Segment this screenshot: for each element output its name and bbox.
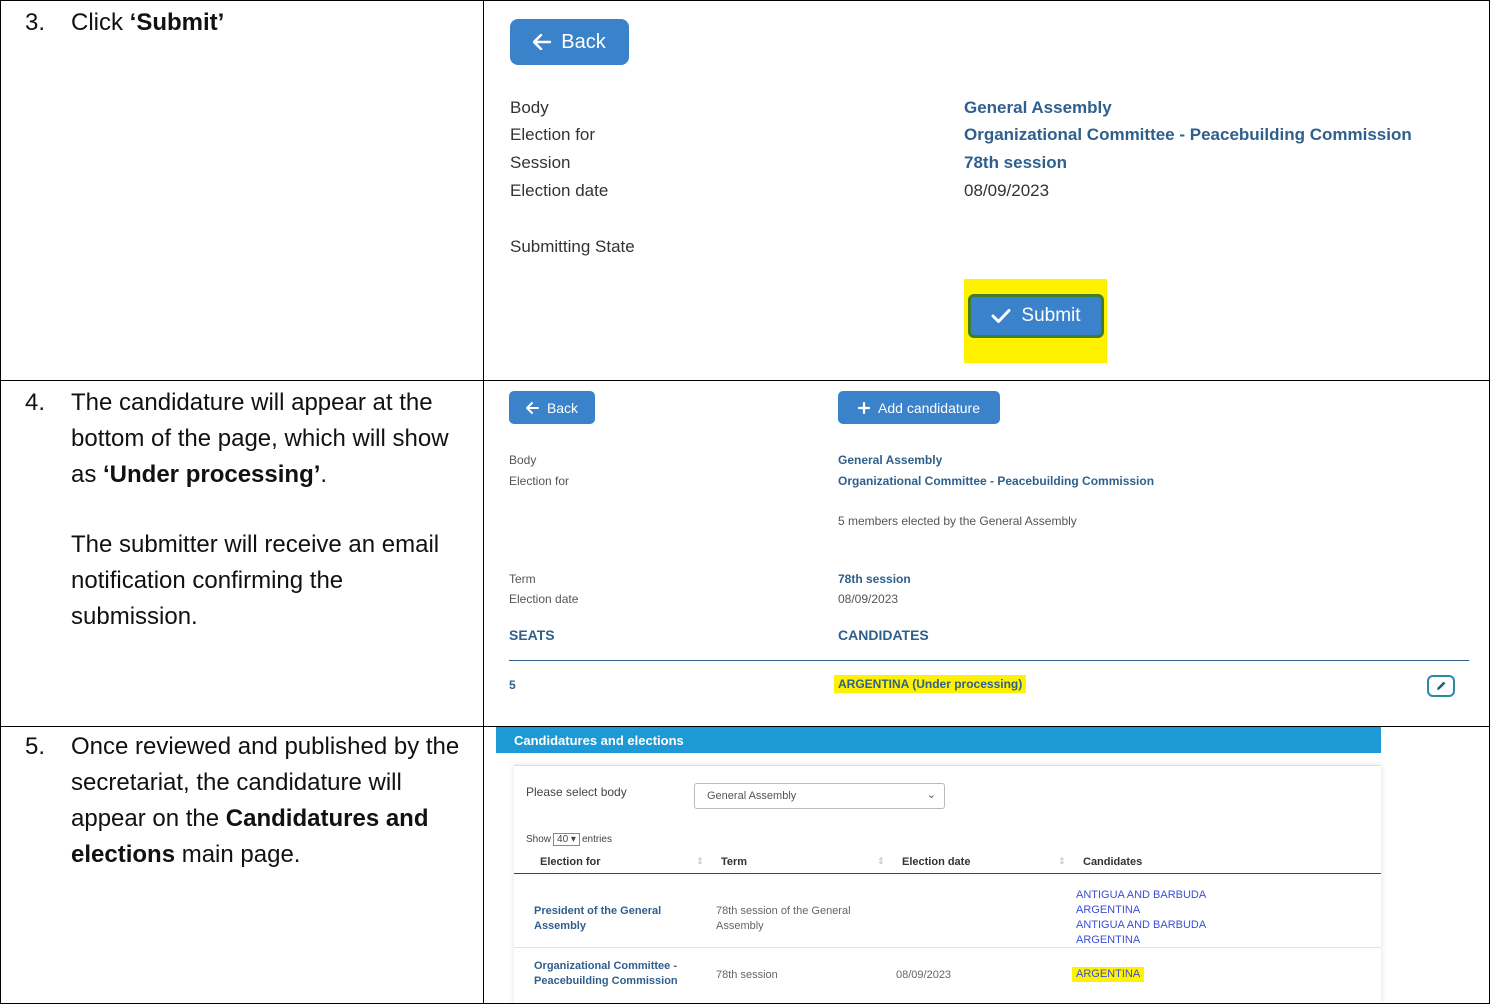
- step-number: 4.: [25, 389, 46, 416]
- table-cell-election-for[interactable]: President of the General Assembly: [534, 904, 661, 934]
- cell-line: Organizational Committee -: [534, 960, 678, 972]
- step-text: .: [320, 461, 328, 488]
- plus-icon: [858, 401, 871, 414]
- field-value-election-date: 08/09/2023: [964, 181, 1050, 200]
- field-value-body: General Assembly: [964, 98, 1112, 117]
- sort-icon[interactable]: ⇕: [877, 856, 885, 867]
- body-select[interactable]: General Assembly ⌄: [694, 783, 945, 809]
- back-button[interactable]: Back: [510, 19, 629, 65]
- candidates-header: CANDIDATES: [838, 627, 929, 643]
- screenshot-cell-submit: Back Body Election for Session Election …: [483, 0, 1490, 381]
- row-divider: [514, 947, 1381, 948]
- submit-button[interactable]: Submit: [968, 294, 1104, 338]
- body-select-value: General Assembly: [707, 790, 797, 802]
- field-label-submitting-state: Submitting State: [510, 237, 635, 256]
- field-value-body: General Assembly: [838, 453, 943, 467]
- step-text-cell: 3. Click ‘Submit’: [0, 0, 484, 381]
- step-text: main page.: [175, 841, 301, 868]
- field-label-election-for: Election for: [509, 474, 570, 488]
- candidate-link[interactable]: ARGENTINA: [1076, 903, 1206, 918]
- step-text-cell: 4. The candidature will appear at the bo…: [0, 380, 484, 727]
- header-divider: [514, 873, 1381, 874]
- field-label-election-for: Election for: [510, 125, 596, 144]
- entries-select[interactable]: 40 ▾: [553, 833, 580, 846]
- field-value-session: 78th session: [964, 153, 1067, 172]
- cell-line: 78th session of the General: [716, 905, 851, 917]
- cell-line: 78th session: [716, 969, 778, 981]
- field-label-election-date: Election date: [510, 181, 609, 200]
- column-header-candidates[interactable]: Candidates: [1083, 856, 1142, 868]
- column-header-election-date[interactable]: Election date: [902, 856, 970, 868]
- check-icon: [991, 309, 1011, 323]
- field-label-election-date: Election date: [509, 592, 579, 606]
- entries-label: entries: [581, 834, 612, 845]
- sort-icon[interactable]: ⇕: [1058, 856, 1066, 867]
- show-label: Show: [526, 834, 552, 845]
- field-label-session: Session: [510, 153, 571, 172]
- step-row-3: 3. Click ‘Submit’ Back Body Election for…: [0, 0, 1490, 381]
- candidate-link[interactable]: ANTIGUA AND BARBUDA: [1076, 918, 1206, 933]
- seats-value: 5: [509, 678, 516, 692]
- step-text-cell: 5. Once reviewed and published by the se…: [0, 726, 484, 1004]
- table-cell-candidates[interactable]: ANTIGUA AND BARBUDA ARGENTINA ANTIGUA AN…: [1076, 888, 1206, 948]
- field-label-term: Term: [509, 572, 536, 586]
- column-header-election-for[interactable]: Election for: [540, 856, 601, 868]
- arrow-left-icon: [533, 34, 552, 50]
- table-cell-candidates[interactable]: ARGENTINA: [1072, 967, 1145, 982]
- field-value-election-for: Organizational Committee - Peacebuilding…: [838, 474, 1155, 488]
- sort-icon[interactable]: ⇕: [696, 856, 704, 867]
- step-text-bold: ‘Submit’: [129, 9, 225, 36]
- entries-control: Show 40 ▾ entries: [526, 833, 612, 846]
- step-text-bold: ‘Under processing’: [103, 461, 321, 488]
- divider: [509, 660, 1469, 661]
- field-label-body: Body: [509, 453, 537, 467]
- column-header-term[interactable]: Term: [721, 856, 747, 868]
- arrow-left-icon: [525, 401, 539, 414]
- instruction-table: 3. Click ‘Submit’ Back Body Election for…: [0, 0, 1490, 1004]
- candidate-link[interactable]: ARGENTINA: [1072, 967, 1145, 982]
- screenshot-cell-main-page: Candidatures and elections Please select…: [483, 726, 1490, 1004]
- chevron-down-icon: ⌄: [926, 789, 936, 801]
- step-text: The submitter will receive an email noti…: [71, 531, 440, 630]
- table-cell-term: 78th session of the General Assembly: [716, 904, 851, 934]
- edit-button[interactable]: [1427, 675, 1455, 697]
- field-value-election-for: Organizational Committee - Peacebuilding…: [964, 125, 1412, 144]
- back-button-label: Back: [561, 30, 606, 53]
- table-cell-term: 78th session: [716, 968, 778, 983]
- section-header: Candidatures and elections: [496, 727, 1381, 753]
- candidate-link[interactable]: ANTIGUA AND BARBUDA: [1076, 888, 1206, 903]
- table-cell-election-date: 08/09/2023: [896, 969, 952, 981]
- back-button[interactable]: Back: [509, 391, 595, 424]
- field-value-term: 78th session: [838, 572, 911, 586]
- step-row-4: 4. The candidature will appear at the bo…: [0, 380, 1490, 727]
- table-cell-election-for[interactable]: Organizational Committee - Peacebuilding…: [534, 959, 678, 989]
- pencil-icon: [1437, 681, 1446, 690]
- cell-line: President of the General: [534, 905, 662, 917]
- cell-line: Assembly: [534, 920, 586, 932]
- cell-line: Assembly: [716, 920, 764, 932]
- step-number: 5.: [25, 733, 46, 760]
- field-value-election-date: 08/09/2023: [838, 592, 899, 606]
- entries-value: 40: [557, 834, 569, 845]
- section-title: Candidatures and elections: [514, 732, 684, 748]
- add-candidature-label: Add candidature: [878, 399, 980, 416]
- select-body-label: Please select body: [526, 785, 627, 799]
- back-button-label: Back: [546, 399, 579, 416]
- candidate-link[interactable]: ARGENTINA: [1076, 933, 1206, 948]
- members-note: 5 members elected by the General Assembl…: [838, 514, 1077, 528]
- add-candidature-button[interactable]: Add candidature: [838, 391, 1000, 424]
- step-number: 3.: [25, 9, 46, 36]
- step-text: Click: [71, 9, 130, 36]
- submit-button-label: Submit: [1021, 305, 1081, 326]
- field-label-body: Body: [510, 98, 549, 117]
- seats-header: SEATS: [509, 627, 555, 643]
- cell-line: Peacebuilding Commission: [534, 975, 678, 987]
- candidate-status: ARGENTINA (Under processing): [834, 675, 1027, 693]
- screenshot-cell-candidature: Back Add candidature Body General Assemb…: [483, 380, 1490, 727]
- step-row-5: 5. Once reviewed and published by the se…: [0, 726, 1490, 1004]
